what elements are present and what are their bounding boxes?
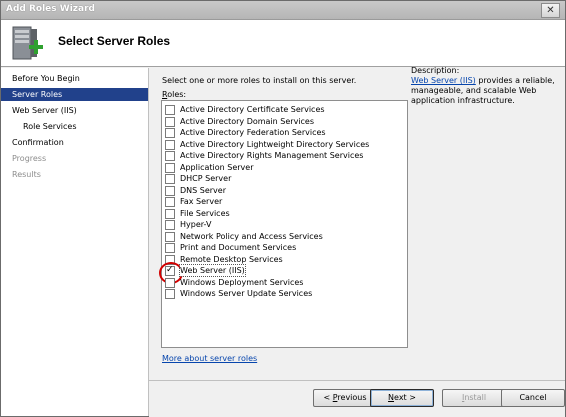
close-button[interactable]: ✕: [541, 3, 560, 18]
role-checkbox-checked[interactable]: ✓: [165, 265, 175, 276]
role-checkbox[interactable]: [165, 197, 175, 207]
wizard-footer: < Previous Next > Install Cancel: [149, 380, 565, 417]
role-label[interactable]: Network Policy and Access Services: [180, 231, 323, 242]
role-label[interactable]: Active Directory Federation Services: [180, 127, 326, 138]
wizard-header: Select Server Roles: [1, 20, 565, 67]
role-checkbox[interactable]: [165, 162, 175, 173]
role-checkbox[interactable]: [165, 105, 175, 115]
role-label[interactable]: Application Server: [180, 162, 253, 173]
description-link[interactable]: Web Server (IIS): [411, 76, 476, 85]
role-checkbox[interactable]: [165, 128, 175, 138]
role-checkbox[interactable]: [165, 231, 175, 242]
wizard-window: Add Roles Wizard ✕ Select Server Roles B…: [0, 0, 566, 417]
next-button[interactable]: Next >: [370, 389, 434, 407]
nav-item-web-server-iis[interactable]: Web Server (IIS): [12, 104, 122, 117]
role-checkbox[interactable]: [165, 277, 175, 288]
nav-item-progress: Progress: [12, 154, 47, 163]
install-button: Install: [442, 389, 506, 407]
role-label[interactable]: Hyper-V: [180, 219, 211, 230]
wizard-steps-nav: Before You Begin Server Roles Web Server…: [1, 68, 149, 416]
roles-list[interactable]: Active Directory Certificate Services Ac…: [159, 100, 408, 348]
nav-item-before-you-begin[interactable]: Before You Begin: [12, 72, 122, 85]
role-label[interactable]: Web Server (IIS): [179, 264, 246, 277]
role-label[interactable]: File Services: [180, 208, 230, 219]
instruction-text: Select one or more roles to install on t…: [162, 76, 357, 85]
description-label: Description:: [411, 66, 460, 75]
roles-label-text: oles:: [167, 90, 187, 99]
previous-button[interactable]: < Previous: [313, 389, 377, 407]
server-add-icon: [12, 26, 43, 60]
role-label[interactable]: DNS Server: [180, 185, 226, 196]
checkmark-icon: ✓: [166, 265, 174, 275]
role-checkbox[interactable]: [165, 289, 175, 299]
role-label[interactable]: Active Directory Certificate Services: [180, 104, 325, 115]
role-checkbox[interactable]: [165, 139, 175, 150]
cancel-button[interactable]: Cancel: [501, 389, 565, 407]
role-label[interactable]: Fax Server: [180, 196, 222, 207]
role-label[interactable]: Remote Desktop Services: [180, 254, 283, 265]
page-title: Select Server Roles: [58, 34, 171, 48]
role-label[interactable]: Windows Deployment Services: [180, 277, 303, 288]
main-content: Select one or more roles to install on t…: [149, 66, 565, 380]
next-label: ext: [394, 393, 407, 402]
nav-item-confirmation[interactable]: Confirmation: [12, 136, 122, 149]
more-about-roles-link[interactable]: More about server roles: [162, 354, 257, 363]
next-suffix: >: [406, 393, 416, 402]
role-label[interactable]: Active Directory Lightweight Directory S…: [180, 139, 369, 150]
role-label[interactable]: Active Directory Domain Services: [180, 116, 314, 127]
role-checkbox[interactable]: [165, 243, 175, 253]
role-checkbox[interactable]: [165, 116, 175, 127]
previous-prefix: <: [323, 393, 333, 402]
title-bar[interactable]: Add Roles Wizard ✕: [1, 1, 565, 20]
description-text: Web Server (IIS) provides a reliable, ma…: [411, 76, 559, 106]
role-checkbox[interactable]: [165, 151, 175, 161]
nav-item-server-roles[interactable]: Server Roles: [1, 88, 148, 101]
install-label: nstall: [464, 393, 487, 402]
role-label[interactable]: Windows Server Update Services: [180, 288, 312, 299]
window-title: Add Roles Wizard: [6, 4, 95, 14]
role-checkbox[interactable]: [165, 185, 175, 196]
nav-item-results: Results: [12, 170, 41, 179]
role-label[interactable]: DHCP Server: [180, 173, 231, 184]
role-label[interactable]: Print and Document Services: [180, 242, 296, 253]
roles-label: Roles:: [162, 90, 186, 99]
role-checkbox[interactable]: [165, 208, 175, 219]
role-checkbox[interactable]: [165, 174, 175, 184]
role-label[interactable]: Active Directory Rights Management Servi…: [180, 150, 363, 161]
previous-label: revious: [337, 393, 367, 402]
nav-item-role-services[interactable]: Role Services: [23, 120, 123, 133]
role-checkbox[interactable]: [165, 220, 175, 230]
